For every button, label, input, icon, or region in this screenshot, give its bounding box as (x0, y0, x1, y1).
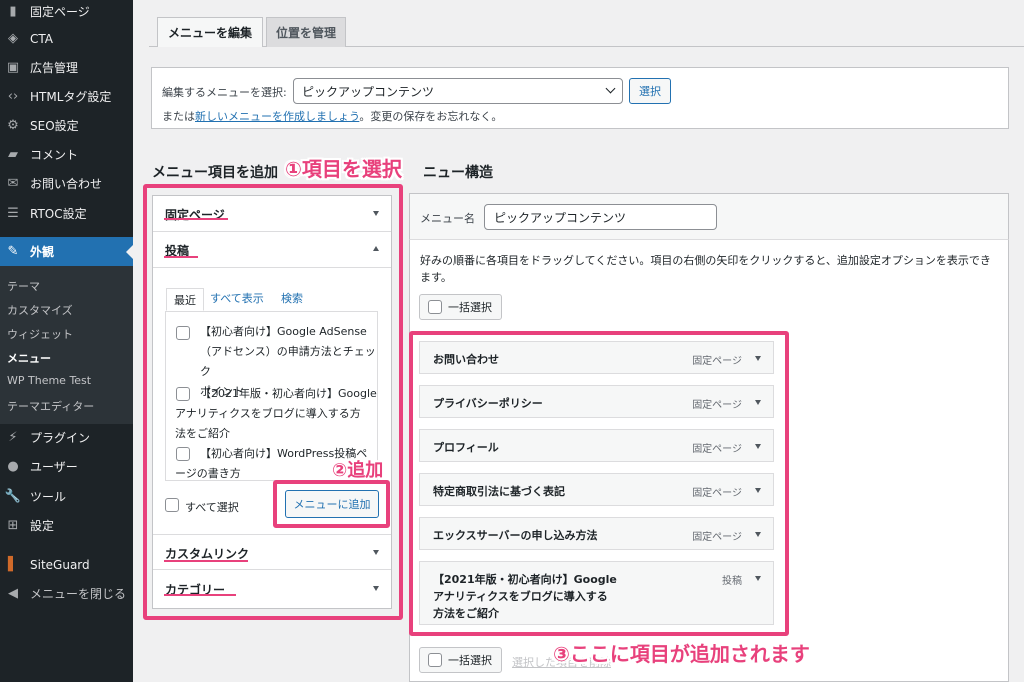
appearance-submenu: テーマ カスタマイズ ウィジェット メニュー WP Theme Test テーマ… (0, 266, 133, 424)
bulk-select-bottom[interactable]: 一括選択 (419, 647, 502, 673)
sidebar-item-pages[interactable]: ▮ 固定ページ (0, 0, 133, 26)
tab-edit-menus[interactable]: メニューを編集 (157, 17, 263, 47)
shield-icon: ▌ (8, 557, 18, 572)
mail-icon: ✉ (7, 176, 19, 191)
annotation-step3: ③ここに項目が追加されます (553, 642, 810, 666)
submenu-menus[interactable]: メニュー (7, 350, 51, 366)
menu-name-label: メニュー名 (420, 212, 475, 225)
sidebar-item-rtoc[interactable]: ☰ RTOC設定 (0, 199, 133, 228)
sidebar-item-ads[interactable]: ▣ 広告管理 (0, 53, 133, 82)
select-menu-box: 編集するメニューを選択: ピックアップコンテンツ 選択 または新しいメニューを作… (151, 67, 1009, 129)
sidebar-item-seo[interactable]: ⚙ SEO設定 (0, 111, 133, 140)
settings-icon: ⊞ (7, 518, 19, 533)
add-menu-items-title: メニュー項目を追加 (152, 165, 278, 181)
tab-recent[interactable]: 最近 (166, 288, 204, 311)
brush-icon: ✎ (7, 244, 19, 259)
submenu-widgets[interactable]: ウィジェット (7, 326, 73, 342)
sidebar-item-users[interactable]: ● ユーザー (0, 452, 133, 481)
admin-sidebar: ▮ 固定ページ ◈ CTA ▣ 広告管理 ‹› HTMLタグ設定 ⚙ SEO設定 ▰ コメン… (0, 0, 133, 682)
menu-name-header: メニュー名 ピックアップコンテンツ (409, 193, 1009, 240)
code-icon: ‹› (7, 89, 19, 104)
sidebar-item-siteguard[interactable]: ▌ SiteGuard (0, 550, 133, 579)
submenu-customize[interactable]: カスタマイズ (7, 302, 73, 318)
tab-manage-locations[interactable]: 位置を管理 (266, 17, 346, 47)
instructions-text: 好みの順番に各項目をドラッグしてください。項目の右側の矢印をクリックすると、追加… (420, 254, 991, 284)
sidebar-item-comments[interactable]: ▰ コメント (0, 140, 133, 169)
bulk-select-top[interactable]: 一括選択 (419, 294, 502, 320)
sidebar-item-html-tags[interactable]: ‹› HTMLタグ設定 (0, 82, 133, 111)
annotation-box-select (143, 184, 403, 620)
annotation-step1: ①項目を選択 (285, 157, 402, 181)
create-new-menu-link[interactable]: 新しいメニューを作成しましょう (195, 110, 359, 123)
plugin-icon: ⚡ (8, 430, 18, 445)
sidebar-item-contact[interactable]: ✉ お問い合わせ (0, 169, 133, 198)
chevron-down-icon (605, 83, 616, 94)
annotation-box-add (273, 480, 390, 528)
list-icon: ☰ (7, 206, 19, 221)
annotation-box-structure (409, 331, 789, 636)
bulk-select-checkbox[interactable] (428, 653, 442, 667)
sidebar-item-appearance[interactable]: ✎ 外観 (0, 237, 133, 266)
sidebar-collapse-menu[interactable]: ◀ メニューを閉じる (0, 579, 133, 608)
collapse-icon: ◀ (8, 586, 18, 601)
menu-select-dropdown[interactable]: ピックアップコンテンツ (293, 78, 623, 104)
user-icon: ● (7, 459, 19, 474)
select-menu-label: 編集するメニューを選択: (162, 86, 287, 99)
sidebar-item-plugins[interactable]: ⚡ プラグイン (0, 423, 133, 452)
select-button[interactable]: 選択 (629, 78, 671, 104)
submenu-theme-editor[interactable]: テーマエディター (7, 398, 94, 414)
create-menu-text: または新しいメニューを作成しましょう。変更の保存をお忘れなく。 (162, 110, 503, 123)
menu-structure-title: ニュー構造 (423, 165, 493, 181)
sidebar-item-cta[interactable]: ◈ CTA (0, 24, 133, 53)
main-content: メニューを編集 位置を管理 編集するメニューを選択: ピックアップコンテンツ 選… (133, 0, 1024, 682)
annotation-step2: ②追加 (332, 460, 384, 481)
tag-icon: ◈ (8, 31, 18, 46)
wrench-icon: 🔧 (4, 489, 22, 504)
page-icon: ▮ (9, 4, 17, 19)
ad-icon: ▣ (6, 60, 20, 75)
bulk-select-checkbox[interactable] (428, 300, 442, 314)
menu-name-input[interactable]: ピックアップコンテンツ (484, 204, 717, 230)
gear-icon: ⚙ (7, 118, 19, 133)
submenu-themes[interactable]: テーマ (7, 278, 40, 294)
comment-icon: ▰ (8, 147, 18, 162)
sidebar-item-settings[interactable]: ⊞ 設定 (0, 511, 133, 540)
submenu-wp-theme-test[interactable]: WP Theme Test (7, 374, 91, 387)
sidebar-item-tools[interactable]: 🔧 ツール (0, 482, 133, 511)
